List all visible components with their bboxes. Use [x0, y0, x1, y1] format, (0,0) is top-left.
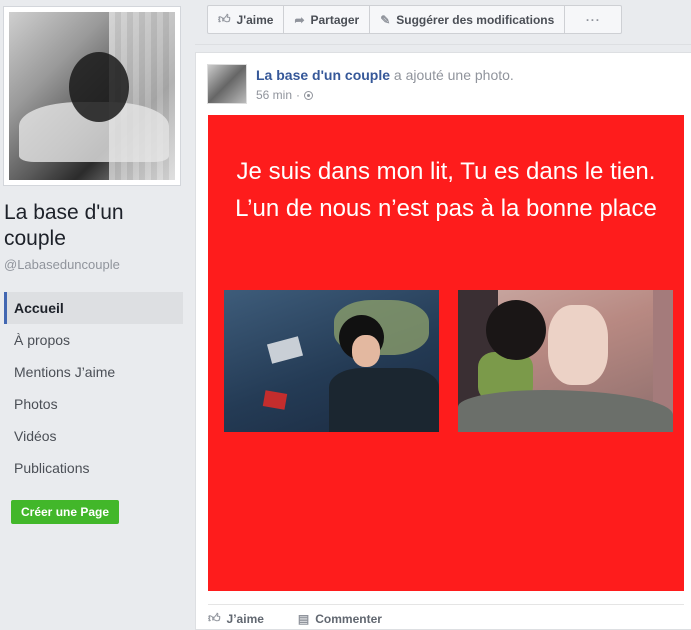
share-page-label: Partager: [310, 12, 360, 27]
nav-item-publications[interactable]: Publications: [4, 452, 183, 484]
post-footer-divider: [208, 604, 684, 605]
post-photo[interactable]: Je suis dans mon lit, Tu es dans le tien…: [208, 115, 684, 591]
post-header: La base d'un couple a ajouté une photo.: [256, 67, 514, 83]
post-timestamp[interactable]: 56 min: [256, 88, 292, 102]
illustration-boy-in-bed: [224, 290, 439, 432]
girl-hair-shape: [486, 300, 546, 360]
post-like-button[interactable]: 👍︎ J’aime: [208, 611, 264, 626]
like-page-button[interactable]: 👍︎ J'aime: [208, 6, 285, 33]
post-action-text: a ajouté une photo.: [393, 67, 514, 83]
illustration-girl-in-bed: [458, 290, 673, 432]
pillow-shape: [548, 305, 608, 385]
page-action-bar: 👍︎ J'aime ➦ Partager ✎ Suggérer des modi…: [207, 5, 623, 34]
nav-item-a-propos[interactable]: À propos: [4, 324, 183, 356]
phone-shape: [266, 336, 304, 364]
nav-item-mentions-jaime[interactable]: Mentions J’aime: [4, 356, 183, 388]
post-card: La base d'un couple a ajouté une photo. …: [195, 52, 691, 630]
profile-picture[interactable]: [9, 12, 175, 180]
thumbs-up-icon: 👍︎: [218, 12, 231, 26]
thumbs-up-icon: 👍︎: [208, 611, 221, 625]
boy-face-shape: [352, 335, 380, 367]
suggest-edits-label: Suggérer des modifications: [396, 12, 555, 27]
meta-separator: ·: [296, 88, 301, 102]
share-arrow-icon: ➦: [294, 12, 305, 27]
page-name[interactable]: La base d'un couple: [4, 200, 189, 252]
profile-picture-frame[interactable]: [3, 6, 181, 186]
suggest-edits-button[interactable]: ✎ Suggérer des modifications: [370, 6, 566, 33]
page-nav: Accueil À propos Mentions J’aime Photos …: [4, 292, 183, 484]
nav-item-videos[interactable]: Vidéos: [4, 420, 183, 452]
post-comment-button[interactable]: ▤ Commenter: [298, 611, 382, 626]
nav-item-accueil[interactable]: Accueil: [4, 292, 183, 324]
page-handle[interactable]: @Labaseduncouple: [4, 257, 120, 272]
photo-caption-text: Je suis dans mon lit, Tu es dans le tien…: [235, 158, 657, 222]
post-comment-label: Commenter: [315, 611, 382, 626]
post-meta: 56 min ·: [256, 88, 314, 102]
pencil-icon: ✎: [380, 12, 391, 27]
book-shape: [262, 390, 288, 410]
post-author-avatar[interactable]: [207, 64, 247, 104]
left-sidebar: La base d'un couple @Labaseduncouple Acc…: [0, 0, 195, 630]
globe-icon[interactable]: [304, 90, 314, 100]
post-like-label: J’aime: [226, 611, 264, 626]
boy-body-shape: [329, 368, 439, 432]
top-divider: [195, 44, 691, 45]
more-dots-icon: ···: [585, 12, 601, 27]
post-author-link[interactable]: La base d'un couple: [256, 67, 390, 83]
like-page-label: J'aime: [236, 12, 274, 27]
blanket-shape: [458, 390, 673, 432]
profile-picture-head: [69, 52, 129, 122]
create-page-button[interactable]: Créer une Page: [11, 500, 120, 524]
share-page-button[interactable]: ➦ Partager: [284, 6, 371, 33]
post-actions: 👍︎ J’aime ▤ Commenter: [208, 611, 416, 626]
more-options-button[interactable]: ···: [565, 6, 621, 33]
comment-icon: ▤: [297, 611, 310, 626]
nav-item-photos[interactable]: Photos: [4, 388, 183, 420]
